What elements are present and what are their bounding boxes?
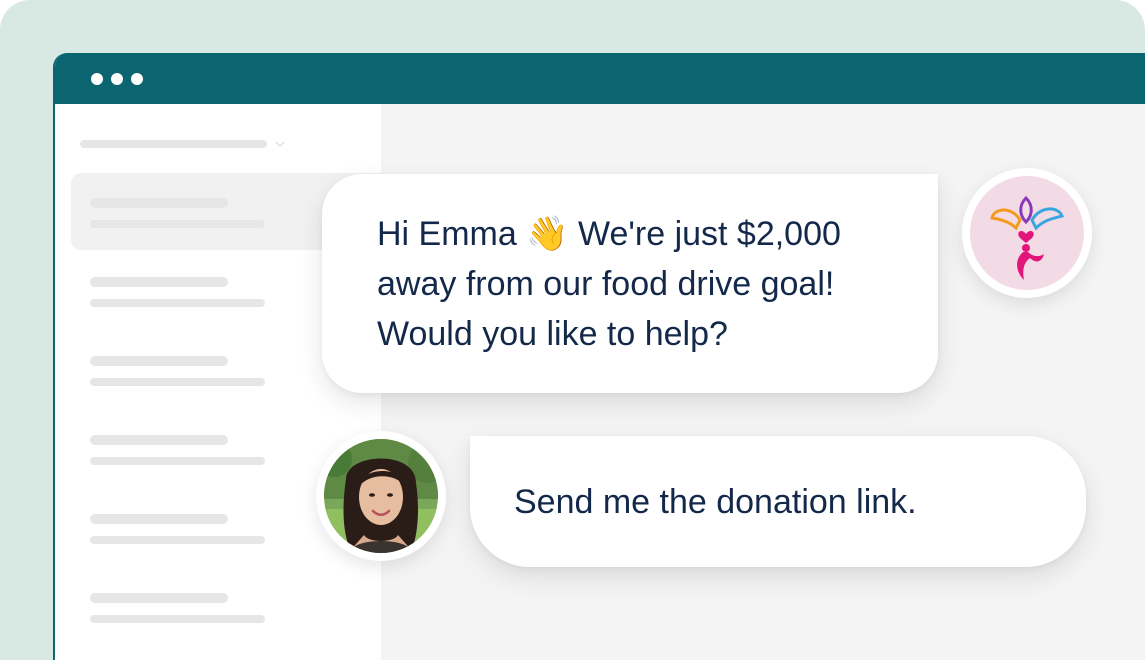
window-control-dot[interactable]: [111, 73, 123, 85]
org-message-bubble: Hi Emma 👋 We're just $2,000 away from ou…: [322, 174, 938, 393]
window-control-dot[interactable]: [91, 73, 103, 85]
user-photo: [324, 439, 438, 553]
sidebar-item-subtitle-placeholder: [90, 536, 265, 544]
window-titlebar: [55, 53, 1145, 104]
sidebar-item-subtitle-placeholder: [90, 615, 265, 623]
sidebar-dropdown-placeholder[interactable]: [80, 140, 267, 148]
sidebar-item-title-placeholder: [90, 435, 228, 445]
sidebar-item-subtitle-placeholder: [90, 220, 265, 228]
sidebar-item-subtitle-placeholder: [90, 378, 265, 386]
org-message-text: Hi Emma 👋 We're just $2,000 away from ou…: [377, 215, 841, 353]
org-avatar: [962, 168, 1092, 298]
chevron-down-icon[interactable]: [275, 139, 285, 149]
org-logo-icon: [970, 176, 1084, 290]
sidebar-item-subtitle-placeholder: [90, 299, 265, 307]
user-avatar: [316, 431, 446, 561]
sidebar-item-title-placeholder: [90, 593, 228, 603]
sidebar-item-title-placeholder: [90, 277, 228, 287]
user-message-bubble: Send me the donation link.: [470, 436, 1086, 567]
window-control-dot[interactable]: [131, 73, 143, 85]
sidebar-item-subtitle-placeholder: [90, 457, 265, 465]
user-message-text: Send me the donation link.: [514, 483, 917, 521]
sidebar-item-title-placeholder: [90, 356, 228, 366]
sidebar-item-title-placeholder: [90, 514, 228, 524]
sidebar-item-title-placeholder: [90, 198, 228, 208]
